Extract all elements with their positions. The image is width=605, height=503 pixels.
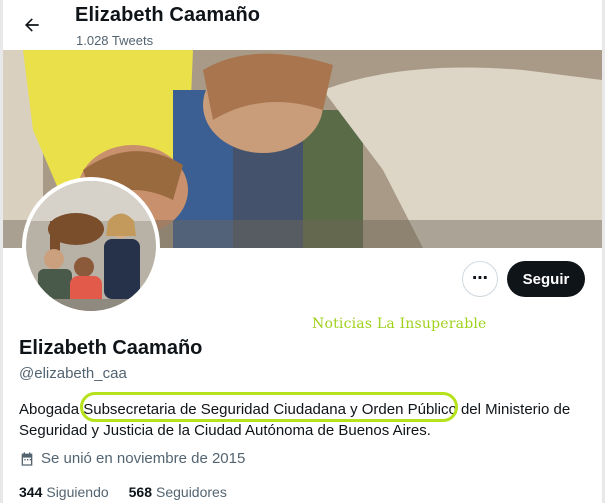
arrow-left-icon [25, 18, 39, 32]
followers-link[interactable]: 568 Seguidores [129, 484, 227, 500]
following-label: Siguiendo [46, 484, 109, 500]
header-profile-name: Elizabeth Caamaño [75, 4, 261, 26]
following-count: 344 [19, 484, 43, 500]
followers-label: Seguidores [156, 484, 227, 500]
join-date-text: Se unió en noviembre de 2015 [41, 450, 246, 467]
back-button[interactable] [15, 8, 49, 42]
profile-avatar[interactable] [22, 177, 160, 315]
highlight-annotation-oval [80, 392, 458, 422]
profile-header-bar: Elizabeth Caamaño 1.028 Tweets [3, 0, 602, 50]
avatar-photo [26, 181, 156, 311]
following-link[interactable]: 344 Siguiendo [19, 484, 109, 500]
header-tweet-count: 1.028 Tweets [76, 33, 154, 48]
follow-stats: 344 Siguiendo 568 Seguidores [19, 484, 247, 500]
join-date: Se unió en noviembre de 2015 [19, 450, 245, 467]
follow-button[interactable]: Seguir [507, 261, 585, 297]
more-dots-icon: ⋯ [472, 270, 488, 287]
followers-count: 568 [128, 484, 152, 500]
more-options-button[interactable]: ⋯ [462, 261, 498, 297]
profile-name: Elizabeth Caamaño [19, 337, 203, 359]
profile-handle: @elizabeth_caa [19, 365, 127, 382]
bio-line-2: Seguridad y Justicia de la Ciudad Autóno… [19, 422, 431, 439]
avatar-image [26, 181, 156, 311]
watermark-text: Noticias La Insuperable [312, 316, 487, 332]
calendar-icon [21, 451, 33, 466]
